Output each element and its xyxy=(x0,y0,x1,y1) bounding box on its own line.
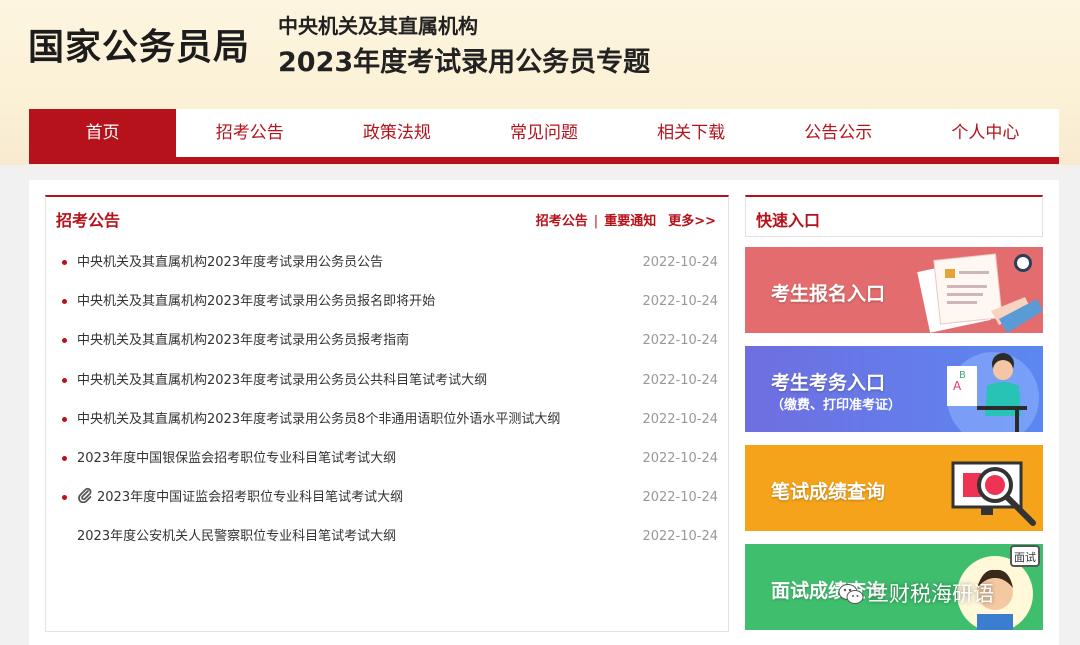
quick-entry-title: 快速入口 xyxy=(756,211,821,230)
topic-title-line1: 中央机关及其直属机构 xyxy=(278,14,478,38)
announcement-link[interactable]: 中央机关及其直属机构2023年度考试录用公务员报考指南 xyxy=(77,321,409,360)
announcement-list: 中央机关及其直属机构2023年度考试录用公务员公告 2022-10-24 中央机关… xyxy=(46,243,728,557)
score-search-icon xyxy=(951,461,1036,526)
written-score-query-button[interactable]: 笔试成绩查询 xyxy=(745,445,1043,531)
list-item: 中央机关及其直属机构2023年度考试录用公务员公告 2022-10-24 xyxy=(46,243,728,282)
announcement-date: 2022-10-24 xyxy=(642,529,718,545)
nav-downloads[interactable]: 相关下载 xyxy=(618,109,765,157)
card-sublabel: （缴费、打印准考证） xyxy=(771,398,902,413)
link-announcements[interactable]: 招考公告 xyxy=(536,214,588,229)
wechat-icon xyxy=(838,584,864,604)
main-content: 招考公告 招考公告 | 重要通知 更多>> 中央机关及其直属机构2023年度考试录用公… xyxy=(29,180,1059,645)
announcement-link[interactable]: 2023年度中国银保监会招考职位专业科目笔试考试大纲 xyxy=(77,439,396,478)
nav-faq[interactable]: 常见问题 xyxy=(470,109,617,157)
announcement-link[interactable]: 2023年度公安机关人民警察职位专业科目笔试考试大纲 xyxy=(77,517,396,556)
more-link[interactable]: 更多>> xyxy=(668,214,716,229)
list-item: 中央机关及其直属机构2023年度考试录用公务员报名即将开始 2022-10-24 xyxy=(46,282,728,321)
announcements-header: 招考公告 招考公告 | 重要通知 更多>> xyxy=(46,197,728,243)
announcement-date: 2022-10-24 xyxy=(642,450,718,466)
site-logo[interactable]: 国家公务员局 xyxy=(28,18,250,70)
list-item: 中央机关及其直属机构2023年度考试录用公务员公共科目笔试考试大纲 2022-10… xyxy=(46,361,728,400)
watermark-text: 兰财税海研语 xyxy=(868,582,994,606)
announcement-link-with-attachment[interactable]: 2023年度中国证监会招考职位专业科目笔试考试大纲 xyxy=(77,478,403,517)
announcement-date: 2022-10-24 xyxy=(642,294,718,310)
announcement-date: 2022-10-24 xyxy=(642,411,718,427)
list-item: 2023年度中国银保监会招考职位专业科目笔试考试大纲 2022-10-24 xyxy=(46,439,728,478)
announcement-date: 2022-10-24 xyxy=(642,490,718,506)
candidate-registration-button[interactable]: 考生报名入口 xyxy=(745,247,1043,333)
announcement-title: 2023年度中国证监会招考职位专业科目笔试考试大纲 xyxy=(97,490,404,506)
bullet-icon xyxy=(62,416,67,422)
announcement-link[interactable]: 中央机关及其直属机构2023年度考试录用公务员报名即将开始 xyxy=(77,282,435,321)
interview-badge: 面试 xyxy=(1014,551,1036,564)
nav-personal-center[interactable]: 个人中心 xyxy=(912,109,1059,157)
candidate-exam-affairs-button[interactable]: 考生考务入口 （缴费、打印准考证） A B xyxy=(745,346,1043,432)
watermark: 兰财税海研语 xyxy=(838,578,994,608)
nav-home[interactable]: 首页 xyxy=(29,109,177,157)
bullet-icon xyxy=(62,377,67,383)
announcements-panel: 招考公告 招考公告 | 重要通知 更多>> 中央机关及其直属机构2023年度考试录用公… xyxy=(45,195,729,632)
bullet-icon xyxy=(62,338,67,344)
announcement-date: 2022-10-24 xyxy=(642,372,718,388)
nav-policies[interactable]: 政策法规 xyxy=(323,109,470,157)
list-item: 中央机关及其直属机构2023年度考试录用公务员报考指南 2022-10-24 xyxy=(46,321,728,360)
registration-form-icon xyxy=(917,253,1043,333)
card-label: 笔试成绩查询 xyxy=(771,481,886,503)
link-separator: | xyxy=(593,214,599,229)
quick-entry-header: 快速入口 xyxy=(745,195,1043,237)
exam-affairs-icon: A B xyxy=(947,352,1039,432)
announcement-date: 2022-10-24 xyxy=(642,255,718,270)
announcements-title: 招考公告 xyxy=(56,211,121,230)
main-nav: 首页 招考公告 政策法规 常见问题 相关下载 公告公示 个人中心 xyxy=(29,109,1059,164)
nav-notices[interactable]: 公告公示 xyxy=(765,109,912,157)
bullet-icon xyxy=(62,455,67,461)
announcement-date: 2022-10-24 xyxy=(642,333,718,349)
list-item: 2023年度公安机关人民警察职位专业科目笔试考试大纲 2022-10-24 xyxy=(46,517,728,556)
quick-entry-panel: 快速入口 考生报名入口 考生考务入口 （缴费、打印准考证） A B 笔试成绩查询… xyxy=(745,195,1043,630)
nav-announcements[interactable]: 招考公告 xyxy=(176,109,323,157)
svg-text:A: A xyxy=(953,379,962,393)
list-item: 中央机关及其直属机构2023年度考试录用公务员8个非通用语职位外语水平测试大纲 2… xyxy=(46,400,728,439)
announcement-link[interactable]: 中央机关及其直属机构2023年度考试录用公务员公告 xyxy=(77,243,383,282)
topic-title-line2: 2023年度考试录用公务员专题 xyxy=(278,47,651,78)
link-important-notices[interactable]: 重要通知 xyxy=(604,214,656,229)
list-item: 2023年度中国证监会招考职位专业科目笔试考试大纲 2022-10-24 xyxy=(46,478,728,517)
bullet-icon xyxy=(62,260,67,265)
paperclip-icon xyxy=(78,488,92,504)
bullet-icon xyxy=(62,495,67,501)
card-label: 考生报名入口 xyxy=(771,283,886,305)
card-label: 考生考务入口 xyxy=(771,372,886,394)
bullet-icon xyxy=(62,299,67,305)
announcement-link[interactable]: 中央机关及其直属机构2023年度考试录用公务员8个非通用语职位外语水平测试大纲 xyxy=(77,400,560,439)
announcement-link[interactable]: 中央机关及其直属机构2023年度考试录用公务员公共科目笔试考试大纲 xyxy=(77,361,487,400)
announcements-links: 招考公告 | 重要通知 更多>> xyxy=(536,210,716,229)
svg-text:B: B xyxy=(959,370,966,381)
